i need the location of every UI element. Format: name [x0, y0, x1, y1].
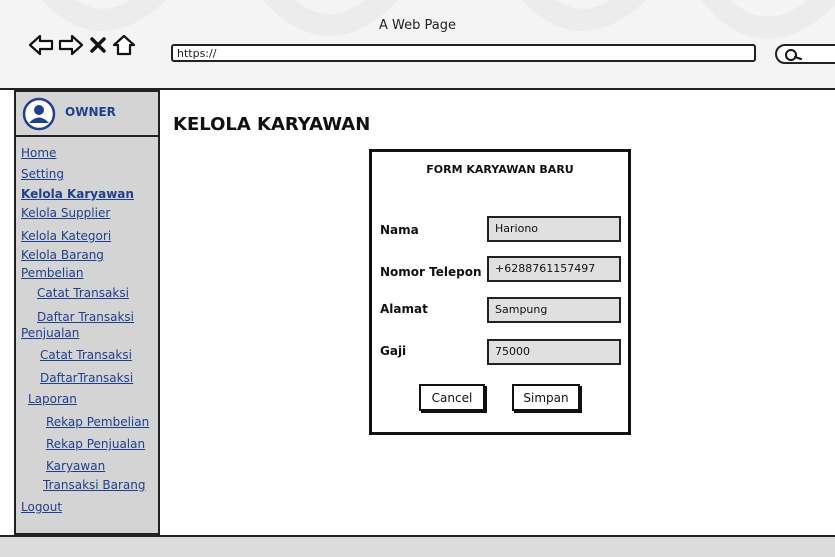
sidebar-item-rekap-penjualan[interactable]: Rekap Penjualan [46, 437, 145, 451]
search-button[interactable] [775, 44, 835, 64]
sidebar-item-logout[interactable]: Logout [21, 500, 62, 514]
user-avatar-icon [22, 97, 56, 131]
url-input[interactable]: https:// [171, 44, 756, 62]
owner-label: OWNER [65, 105, 116, 119]
gaji-field[interactable]: 75000 [487, 339, 621, 365]
form-title: FORM KARYAWAN BARU [426, 163, 574, 176]
nav-buttons [28, 34, 136, 56]
nama-label: Nama [380, 223, 419, 237]
page-title: KELOLA KARYAWAN [173, 114, 371, 135]
sidebar-item-penjualan-daftar-transaksi[interactable]: DaftarTransaksi [40, 371, 133, 385]
nomor-telepon-label: Nomor Telepon [380, 265, 482, 279]
search-icon [785, 49, 802, 61]
sidebar-item-penjualan[interactable]: Penjualan [21, 326, 79, 340]
sidebar-divider [16, 135, 158, 137]
sidebar-item-transaksi-barang[interactable]: Transaksi Barang [43, 478, 146, 492]
sidebar: OWNER Home Setting Kelola Karyawan Kelol… [14, 90, 160, 535]
sidebar-item-rekap-pembelian[interactable]: Rekap Pembelian [46, 415, 149, 429]
sidebar-item-kelola-supplier[interactable]: Kelola Supplier [21, 206, 110, 220]
simpan-button[interactable]: Simpan [512, 384, 580, 411]
nama-field[interactable]: Hariono [487, 216, 621, 242]
sidebar-item-kelola-karyawan[interactable]: Kelola Karyawan [21, 187, 134, 201]
sidebar-item-setting[interactable]: Setting [21, 167, 64, 181]
home-icon[interactable] [112, 34, 136, 56]
browser-window: A Web Page https:// OWNER Home Setting K… [0, 0, 835, 557]
sidebar-item-pembelian-daftar-transaksi[interactable]: Daftar Transaksi [37, 310, 134, 324]
close-x-icon[interactable] [88, 34, 108, 56]
sidebar-item-penjualan-catat-transaksi[interactable]: Catat Transaksi [40, 348, 132, 362]
alamat-field[interactable]: Sampung [487, 297, 621, 323]
url-text: https:// [177, 47, 217, 60]
back-arrow-icon[interactable] [28, 34, 54, 56]
sidebar-item-pembelian-catat-transaksi[interactable]: Catat Transaksi [37, 286, 129, 300]
sidebar-item-laporan[interactable]: Laporan [28, 392, 77, 406]
browser-toolbar: A Web Page https:// [0, 0, 835, 90]
gaji-label: Gaji [380, 344, 407, 358]
new-employee-form: FORM KARYAWAN BARU Nama Hariono Nomor Te… [369, 149, 631, 435]
status-bar [0, 535, 835, 557]
owner-header: OWNER [16, 92, 158, 136]
forward-arrow-icon[interactable] [58, 34, 84, 56]
sidebar-item-pembelian[interactable]: Pembelian [21, 266, 84, 280]
window-title: A Web Page [379, 18, 456, 33]
sidebar-item-kelola-kategori[interactable]: Kelola Kategori [21, 229, 111, 243]
sidebar-item-home[interactable]: Home [21, 146, 56, 160]
sidebar-item-karyawan[interactable]: Karyawan [46, 459, 105, 473]
sidebar-item-kelola-barang[interactable]: Kelola Barang [21, 248, 104, 262]
nomor-telepon-field[interactable]: +6288761157497 [487, 256, 621, 282]
alamat-label: Alamat [380, 302, 428, 316]
cancel-button[interactable]: Cancel [419, 384, 485, 411]
